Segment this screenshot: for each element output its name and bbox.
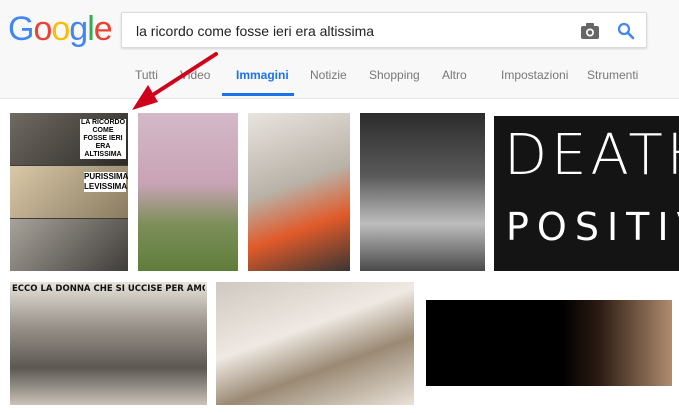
tab-tools[interactable]: Strumenti [587, 68, 638, 82]
logo-letter: g [69, 10, 88, 48]
image-result-singer[interactable] [426, 300, 672, 386]
search-input[interactable]: la ricordo come fosse ieri era altissima [136, 13, 374, 49]
newspaper-headline: ECCO LA DONNA CHE SI UCCISE PER AMORE DI… [12, 284, 205, 294]
positive-text: POSITIV [506, 205, 679, 249]
meme-panel-bottom [10, 219, 128, 271]
image-result-newspaper[interactable]: ECCO LA DONNA CHE SI UCCISE PER AMORE DI… [10, 282, 207, 405]
tab-news[interactable]: Notizie [310, 68, 347, 82]
image-result-death-positive[interactable]: DEATH POSITIV [494, 116, 679, 271]
tabs: Tutti Video Immagini Notizie Shopping Al… [0, 60, 679, 96]
image-result-vintage-stage[interactable] [360, 113, 485, 271]
image-result-food[interactable] [216, 282, 414, 405]
active-tab-indicator [222, 93, 294, 96]
logo-letter: o [33, 10, 52, 48]
tab-images[interactable]: Immagini [236, 68, 289, 82]
google-logo[interactable]: Google [8, 8, 113, 50]
logo-letter: G [8, 10, 34, 48]
tab-settings[interactable]: Impostazioni [501, 68, 568, 82]
meme-caption-bottom: PURISSIMA LEVISSIMA [84, 172, 128, 192]
meme-caption-top: LA RICORDO COME FOSSE IERI ERA ALTISSIMA [80, 119, 126, 159]
red-arrow-annotation [132, 52, 218, 110]
search-icon[interactable] [617, 22, 635, 40]
image-result-meme[interactable]: LA RICORDO COME FOSSE IERI ERA ALTISSIMA… [10, 113, 128, 271]
logo-letter: o [51, 10, 70, 48]
death-text: DEATH [504, 123, 679, 188]
header: Google la ricordo come fosse ieri era al… [0, 0, 679, 99]
camera-icon[interactable] [580, 22, 600, 40]
search-box[interactable]: la ricordo come fosse ieri era altissima [121, 12, 647, 48]
tab-shopping[interactable]: Shopping [369, 68, 420, 82]
image-result-store[interactable] [248, 113, 350, 271]
tab-more[interactable]: Altro [442, 68, 467, 82]
logo-letter: e [93, 10, 113, 48]
image-result-blossom-tree[interactable] [138, 113, 238, 271]
